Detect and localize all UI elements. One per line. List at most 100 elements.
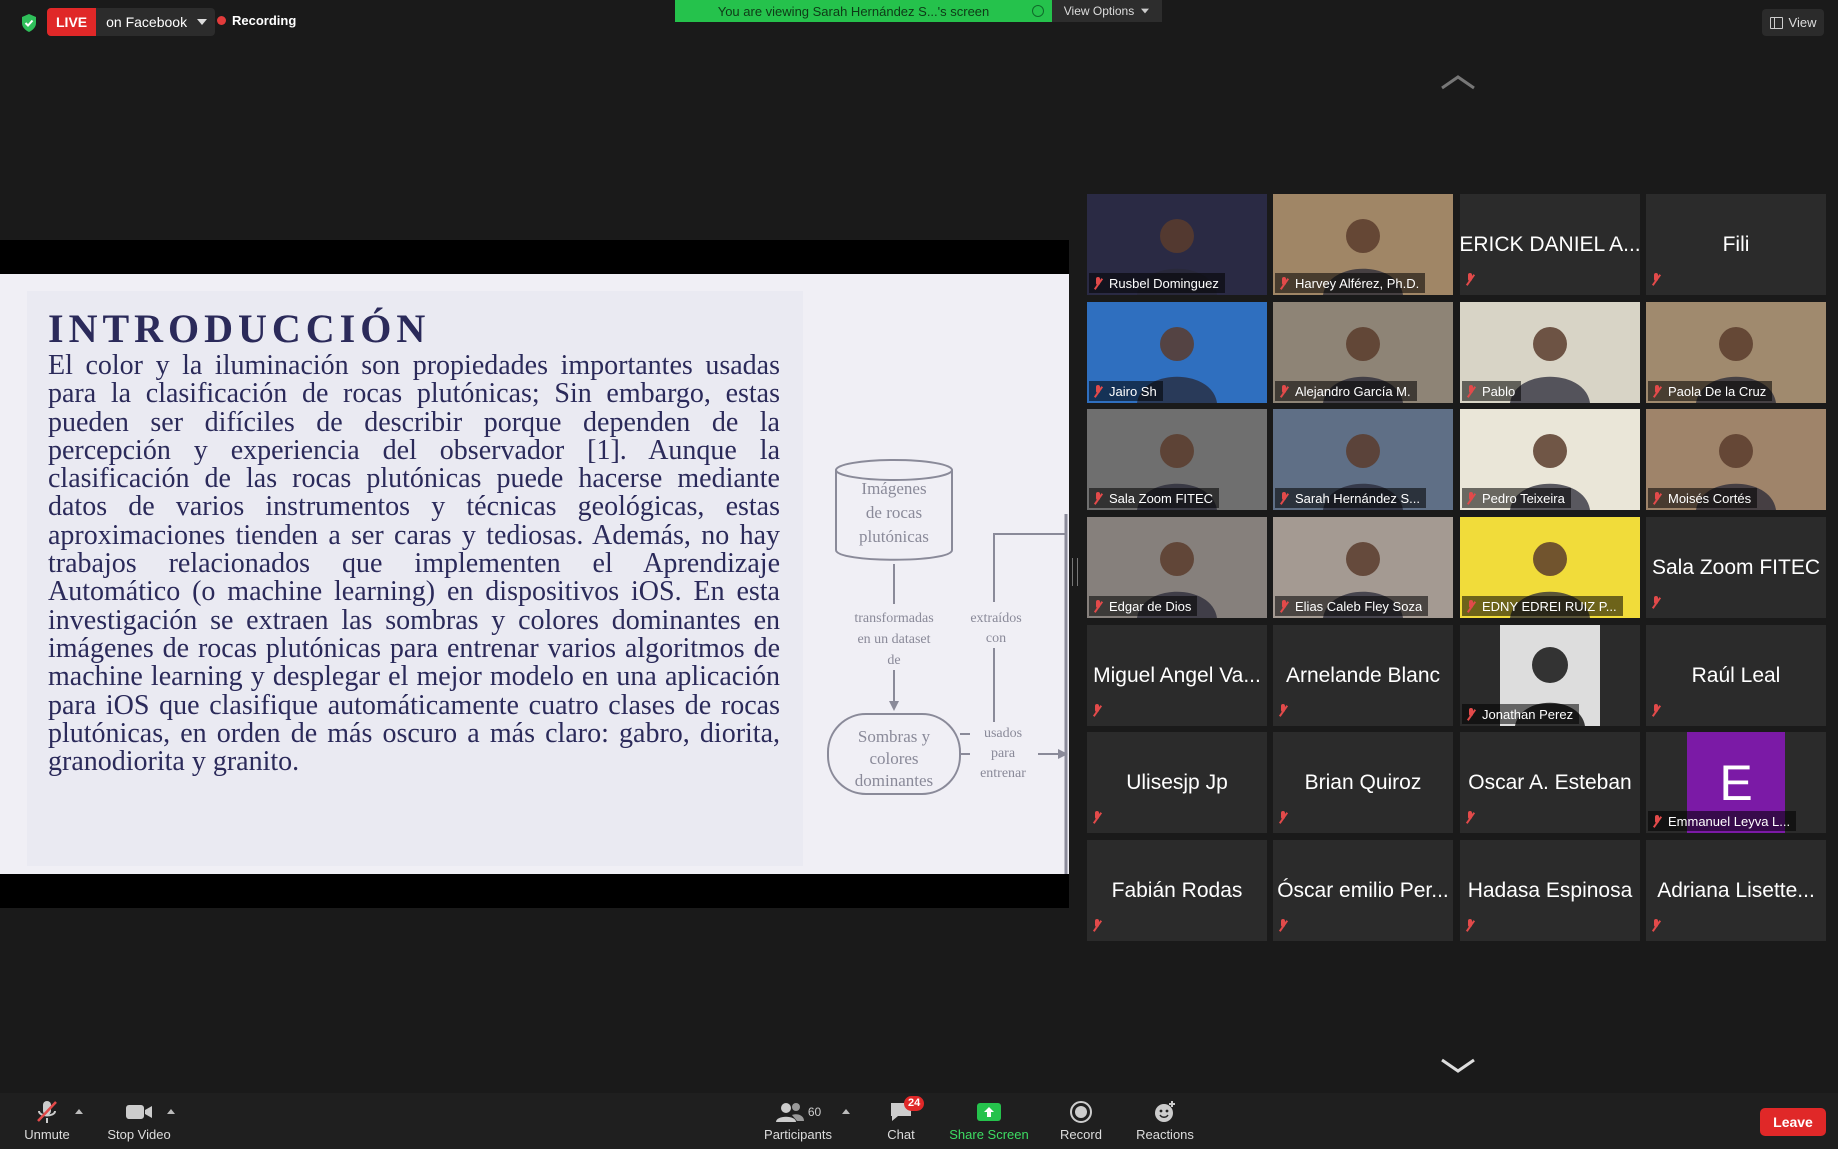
participant-tile[interactable]: Sala Zoom FITEC — [1087, 409, 1267, 510]
participants-icon — [775, 1103, 804, 1122]
participant-tile[interactable]: Paola De la Cruz — [1646, 302, 1826, 403]
slide-body: El color y la iluminación son propiedade… — [48, 350, 780, 778]
unmute-button[interactable]: Unmute — [22, 1099, 72, 1142]
participant-name-label: Pedro Teixeira — [1462, 488, 1571, 508]
participant-tile[interactable]: Óscar emilio Per... — [1273, 840, 1453, 941]
mic-muted-icon — [1093, 491, 1103, 505]
recording-indicator: Recording — [217, 13, 296, 28]
slide-title: INTRODUCCIÓN — [48, 306, 431, 351]
screen-share-banner: You are viewing Sarah Hernández S...'s s… — [675, 0, 1052, 22]
diagram-extract-line2: con — [986, 631, 1006, 646]
participant-tile[interactable]: Pablo — [1460, 302, 1640, 403]
audio-options-caret-icon[interactable] — [75, 1109, 83, 1114]
participant-tile[interactable]: Brian Quiroz — [1273, 732, 1453, 833]
panel-resize-handle[interactable] — [1072, 558, 1078, 586]
participant-tile[interactable]: Edgar de Dios — [1087, 517, 1267, 618]
participant-name-label: Sala Zoom FITEC — [1089, 488, 1220, 508]
share-screen-button[interactable]: Share Screen — [948, 1099, 1030, 1142]
participant-tile[interactable]: Harvey Alférez, Ph.D. — [1273, 194, 1453, 295]
participant-name-label: Paola De la Cruz — [1648, 381, 1773, 401]
mic-muted-icon — [1093, 276, 1103, 290]
mic-muted-icon — [1278, 919, 1288, 932]
diagram-db-line1: Imágenes — [861, 479, 926, 498]
mic-muted-icon — [1651, 704, 1661, 717]
participant-tile[interactable]: Jonathan Perez — [1460, 625, 1640, 726]
live-stream-menu[interactable]: LIVE on Facebook — [47, 8, 216, 36]
security-shield-icon[interactable] — [20, 13, 38, 33]
participant-name: Pablo — [1482, 383, 1516, 399]
participant-tile[interactable]: Pedro Teixeira — [1460, 409, 1640, 510]
participant-name: Emmanuel Leyva L... — [1668, 813, 1791, 829]
participant-tile[interactable]: Jairo Sh — [1087, 302, 1267, 403]
mic-muted-icon — [1279, 599, 1289, 613]
participant-name: Fili — [1722, 232, 1750, 256]
participant-tile[interactable]: Hadasa Espinosa — [1460, 840, 1640, 941]
participant-tile[interactable]: Fabián Rodas — [1087, 840, 1267, 941]
mic-muted-icon — [1651, 596, 1661, 609]
participant-name: Sarah Hernández S... — [1295, 490, 1421, 506]
participant-name: Rusbel Dominguez — [1109, 275, 1219, 291]
mic-muted-icon — [1466, 707, 1476, 721]
video-camera-icon — [126, 1105, 152, 1119]
participant-tile[interactable]: Fili — [1646, 194, 1826, 295]
gallery-scroll-down-icon[interactable] — [1440, 1058, 1476, 1074]
mic-muted-icon — [1093, 384, 1103, 398]
diagram-used-line3: entrenar — [980, 766, 1026, 781]
mic-muted-icon — [1466, 599, 1476, 613]
gallery-view-icon — [1769, 16, 1783, 29]
participant-name: Harvey Alférez, Ph.D. — [1295, 275, 1420, 291]
participant-tile[interactable]: Raúl Leal — [1646, 625, 1826, 726]
participant-tile[interactable]: ERICK DANIEL A... — [1460, 194, 1640, 295]
participant-tile[interactable]: Oscar A. Esteban — [1460, 732, 1640, 833]
diagram-node-line2: colores — [869, 749, 918, 768]
participants-options-caret-icon[interactable] — [842, 1109, 850, 1114]
participant-tile[interactable]: Ulisesjp Jp — [1087, 732, 1267, 833]
participant-name-label: Sarah Hernández S... — [1275, 488, 1427, 508]
participant-tile[interactable]: E Emmanuel Leyva L... — [1646, 732, 1826, 833]
participant-name: Pedro Teixeira — [1482, 490, 1565, 506]
share-banner-text: You are viewing Sarah Hernández S...'s s… — [717, 3, 990, 19]
meeting-toolbar: Unmute Stop Video 60 Participants 24 Cha… — [0, 1093, 1838, 1149]
participant-name: Miguel Angel Va... — [1093, 663, 1261, 687]
participant-tile[interactable]: EDNY EDREI RUIZ P... — [1460, 517, 1640, 618]
diagram-used-line1: usados — [984, 726, 1022, 741]
leave-button[interactable]: Leave — [1760, 1108, 1826, 1136]
chat-button[interactable]: 24 Chat — [880, 1096, 925, 1142]
participant-tile[interactable]: Adriana Lisette... — [1646, 840, 1826, 941]
participant-name: Oscar A. Esteban — [1468, 770, 1632, 794]
participant-name-label: Jonathan Perez — [1462, 704, 1580, 724]
participant-name: ERICK DANIEL A... — [1460, 232, 1640, 256]
participant-tile[interactable]: Sarah Hernández S... — [1273, 409, 1453, 510]
reactions-button[interactable]: Reactions — [1134, 1099, 1196, 1142]
participant-tile[interactable]: Arnelande Blanc — [1273, 625, 1453, 726]
record-button[interactable]: Record — [1058, 1099, 1104, 1142]
mic-muted-icon — [1092, 811, 1102, 824]
mic-muted-icon — [1093, 599, 1103, 613]
mic-muted-icon — [1465, 273, 1475, 286]
participant-tile[interactable]: Miguel Angel Va... — [1087, 625, 1267, 726]
participants-button[interactable]: 60 Participants — [762, 1099, 834, 1142]
participant-name: Fabián Rodas — [1111, 878, 1243, 902]
video-options-caret-icon[interactable] — [167, 1109, 175, 1114]
record-dot-icon — [217, 16, 226, 25]
participant-tile[interactable]: Sala Zoom FITEC — [1646, 517, 1826, 618]
participant-tile[interactable]: Elias Caleb Fley Soza — [1273, 517, 1453, 618]
gallery-scroll-up-icon[interactable] — [1440, 74, 1476, 90]
participant-name: Óscar emilio Per... — [1277, 878, 1449, 902]
participant-name: Paola De la Cruz — [1668, 383, 1767, 399]
mic-muted-icon — [1279, 491, 1289, 505]
diagram-db-line2: de rocas — [866, 503, 922, 522]
presentation-slide: INTRODUCCIÓN El color y la iluminación s… — [0, 274, 1069, 874]
participant-tile[interactable]: Moisés Cortés — [1646, 409, 1826, 510]
participant-name: Arnelande Blanc — [1285, 663, 1441, 687]
diagram-db-line3: plutónicas — [859, 527, 929, 546]
participant-name: Edgar de Dios — [1109, 598, 1192, 614]
participant-tile[interactable]: Rusbel Dominguez — [1087, 194, 1267, 295]
chevron-down-icon[interactable] — [197, 19, 208, 25]
participant-tile[interactable]: Alejandro García M. — [1273, 302, 1453, 403]
stop-video-button[interactable]: Stop Video — [104, 1099, 174, 1142]
view-options-button[interactable]: View Options — [1052, 0, 1162, 22]
recording-label: Recording — [232, 13, 297, 28]
view-button[interactable]: View — [1762, 9, 1824, 36]
shared-screen: INTRODUCCIÓN El color y la iluminación s… — [0, 240, 1069, 908]
